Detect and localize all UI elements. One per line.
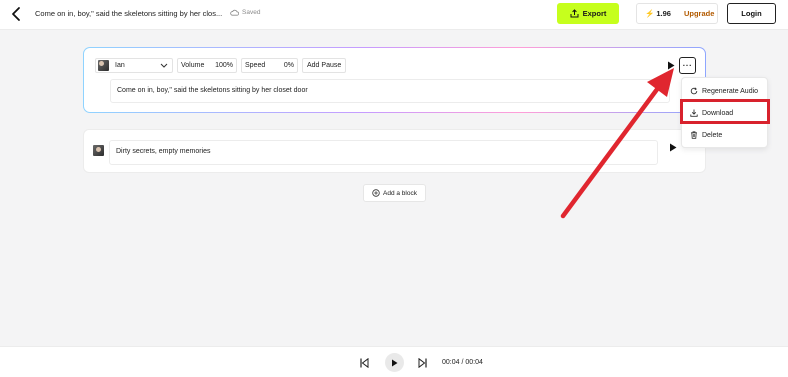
text-block-2: Dirty secrets, empty memories [83, 129, 706, 173]
add-block-button[interactable]: Add a block [363, 184, 426, 202]
upgrade-link[interactable]: Upgrade [684, 9, 714, 18]
voice-selector[interactable]: Ian [95, 58, 173, 73]
skip-back-icon[interactable] [360, 358, 369, 368]
skip-forward-icon[interactable] [418, 358, 427, 368]
voice-name: Ian [115, 62, 125, 69]
volume-control[interactable]: Volume 100% [177, 58, 237, 73]
volume-value: 100% [215, 62, 233, 69]
speed-label: Speed [245, 62, 266, 69]
saved-status: Saved [230, 9, 260, 16]
chevron-down-icon [160, 63, 168, 68]
cloud-icon [230, 9, 239, 16]
credits-badge[interactable]: ⚡ 1.96 Upgrade [636, 3, 718, 24]
playback-time: 00:04 / 00:04 [442, 359, 483, 366]
trash-icon [691, 131, 697, 139]
menu-item-label: Delete [702, 131, 723, 139]
play-icon[interactable] [669, 143, 677, 152]
refresh-icon [690, 87, 698, 95]
credits-count: 1.96 [656, 9, 671, 18]
menu-item-label: Regenerate Audio [702, 87, 759, 95]
block-text-input[interactable]: Dirty secrets, empty memories [109, 140, 658, 165]
player-bar: 00:04 / 00:04 [0, 346, 788, 377]
add-pause-button[interactable]: Add Pause [302, 58, 347, 73]
saved-label: Saved [242, 9, 261, 16]
voice-avatar[interactable] [93, 145, 104, 156]
download-highlight-box [680, 99, 770, 124]
voice-avatar [98, 60, 109, 71]
login-button[interactable]: Login [727, 3, 776, 24]
volume-label: Volume [181, 62, 205, 69]
add-block-label: Add a block [383, 189, 417, 197]
play-icon[interactable] [667, 61, 675, 70]
project-title[interactable]: Come on in, boy," said the skeletons sit… [35, 9, 222, 18]
play-button[interactable] [385, 353, 404, 372]
top-bar: Come on in, boy," said the skeletons sit… [0, 0, 788, 30]
text-block-1: Ian Volume 100% Speed 0% Add Pause Come … [83, 47, 706, 113]
menu-item-delete[interactable]: Delete [682, 126, 767, 144]
back-arrow-icon[interactable] [10, 6, 24, 22]
export-icon [570, 9, 579, 18]
play-icon [392, 359, 398, 366]
export-button[interactable]: Export [557, 3, 619, 24]
menu-item-regenerate-audio[interactable]: Regenerate Audio [682, 82, 767, 100]
block-text-input[interactable]: Come on in, boy," said the skeletons sit… [110, 79, 670, 103]
speed-control[interactable]: Speed 0% [241, 58, 298, 73]
speed-value: 0% [283, 62, 294, 69]
plus-circle-icon [372, 189, 380, 197]
more-options-button[interactable]: ··· [679, 57, 696, 74]
export-label: Export [582, 9, 607, 18]
lightning-icon: ⚡ [645, 9, 655, 18]
